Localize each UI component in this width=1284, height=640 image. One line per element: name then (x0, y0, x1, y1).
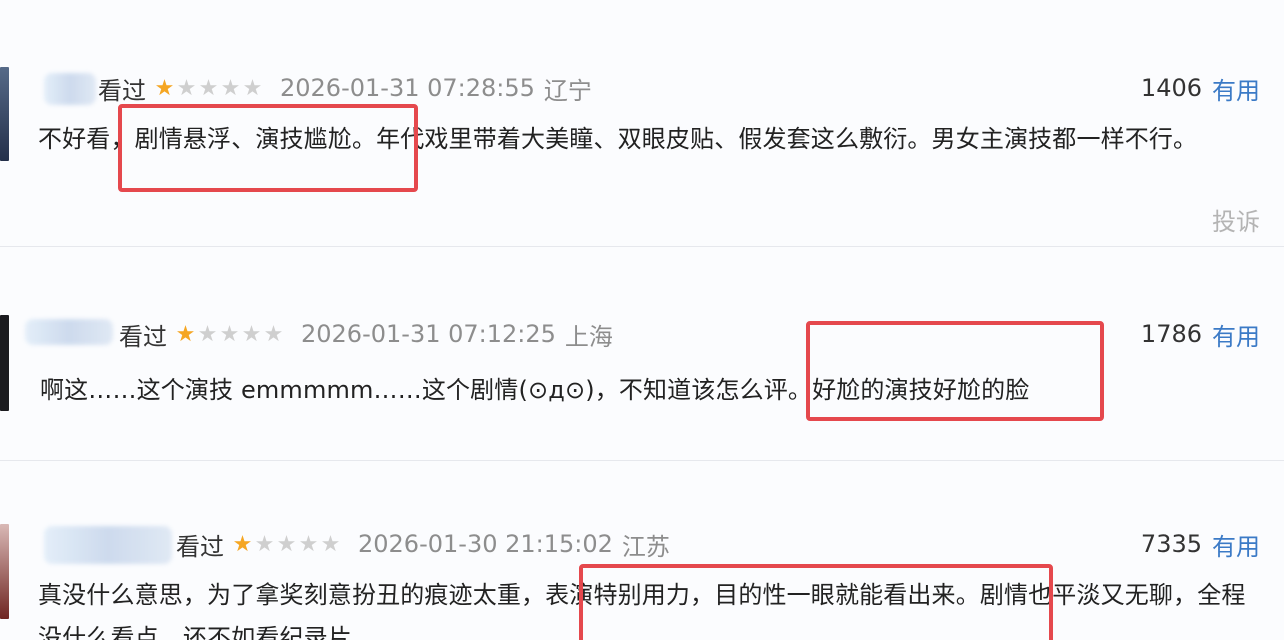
star-empty-icon (219, 324, 240, 345)
avatar[interactable] (0, 524, 9, 619)
star-empty-icon (254, 534, 275, 555)
review-region: 辽宁 (543, 76, 592, 105)
star-empty-icon (276, 534, 297, 555)
review-meta: 看过 2026-01-31 07:12:25 上海 (119, 318, 613, 351)
review-item: 看过 2026-01-31 07:12:25 上海 1786 有用 啊这……这个… (0, 249, 1284, 461)
star-empty-icon (197, 324, 218, 345)
review-meta: 看过 2026-01-30 21:15:02 江苏 (176, 528, 670, 561)
star-empty-icon (241, 324, 262, 345)
star-rating (154, 78, 263, 99)
review-timestamp: 2026-01-31 07:28:55 (280, 74, 535, 102)
star-empty-icon (320, 534, 341, 555)
useful-link[interactable]: 有用 (1212, 317, 1260, 352)
star-empty-icon (298, 534, 319, 555)
star-empty-icon (220, 78, 241, 99)
useful-link[interactable]: 有用 (1212, 527, 1260, 562)
review-region: 上海 (564, 322, 613, 351)
blurred-username (44, 526, 172, 564)
useful-votes: 7335 有用 (1140, 527, 1260, 562)
review-item: 看过 2026-01-31 07:28:55 辽宁 1406 有用 不好看，剧情… (0, 0, 1284, 247)
vote-count: 1406 (1140, 74, 1202, 102)
report-link[interactable]: 投诉 (1212, 202, 1260, 237)
review-comment: 真没什么意思，为了拿奖刻意扮丑的痕迹太重，表演特别用力，目的性一眼就能看出来。剧… (38, 581, 1246, 640)
review-region: 江苏 (621, 532, 670, 561)
review-meta: 看过 2026-01-31 07:28:55 辽宁 (98, 72, 592, 105)
review-timestamp: 2026-01-30 21:15:02 (358, 530, 613, 558)
star-filled-icon (175, 324, 196, 345)
vote-count: 1786 (1140, 320, 1202, 348)
star-rating (232, 534, 341, 555)
star-empty-icon (263, 324, 284, 345)
watched-label: 看过 (176, 532, 224, 561)
star-empty-icon (198, 78, 219, 99)
star-filled-icon (154, 78, 175, 99)
useful-votes: 1786 有用 (1140, 317, 1260, 352)
review-timestamp: 2026-01-31 07:12:25 (301, 320, 556, 348)
blurred-username (25, 319, 113, 345)
review-comment: 啊这……这个演技 emmmmm……这个剧情(⊙д⊙)，不知道该怎么评。好尬的演技… (40, 376, 1030, 404)
avatar[interactable] (0, 67, 9, 161)
review-item: 看过 2026-01-30 21:15:02 江苏 7335 有用 真没什么意思… (0, 462, 1284, 640)
star-filled-icon (232, 534, 253, 555)
avatar[interactable] (0, 315, 9, 411)
star-empty-icon (176, 78, 197, 99)
useful-link[interactable]: 有用 (1212, 71, 1260, 106)
watched-label: 看过 (98, 76, 146, 105)
useful-votes: 1406 有用 (1140, 71, 1260, 106)
star-empty-icon (242, 78, 263, 99)
watched-label: 看过 (119, 322, 167, 351)
review-comment: 不好看，剧情悬浮、演技尴尬。年代戏里带着大美瞳、双眼皮贴、假发套这么敷衍。男女主… (38, 125, 1198, 153)
blurred-username (44, 73, 96, 105)
review-list: 看过 2026-01-31 07:28:55 辽宁 1406 有用 不好看，剧情… (0, 0, 1284, 640)
star-rating (175, 324, 284, 345)
vote-count: 7335 (1140, 530, 1202, 558)
